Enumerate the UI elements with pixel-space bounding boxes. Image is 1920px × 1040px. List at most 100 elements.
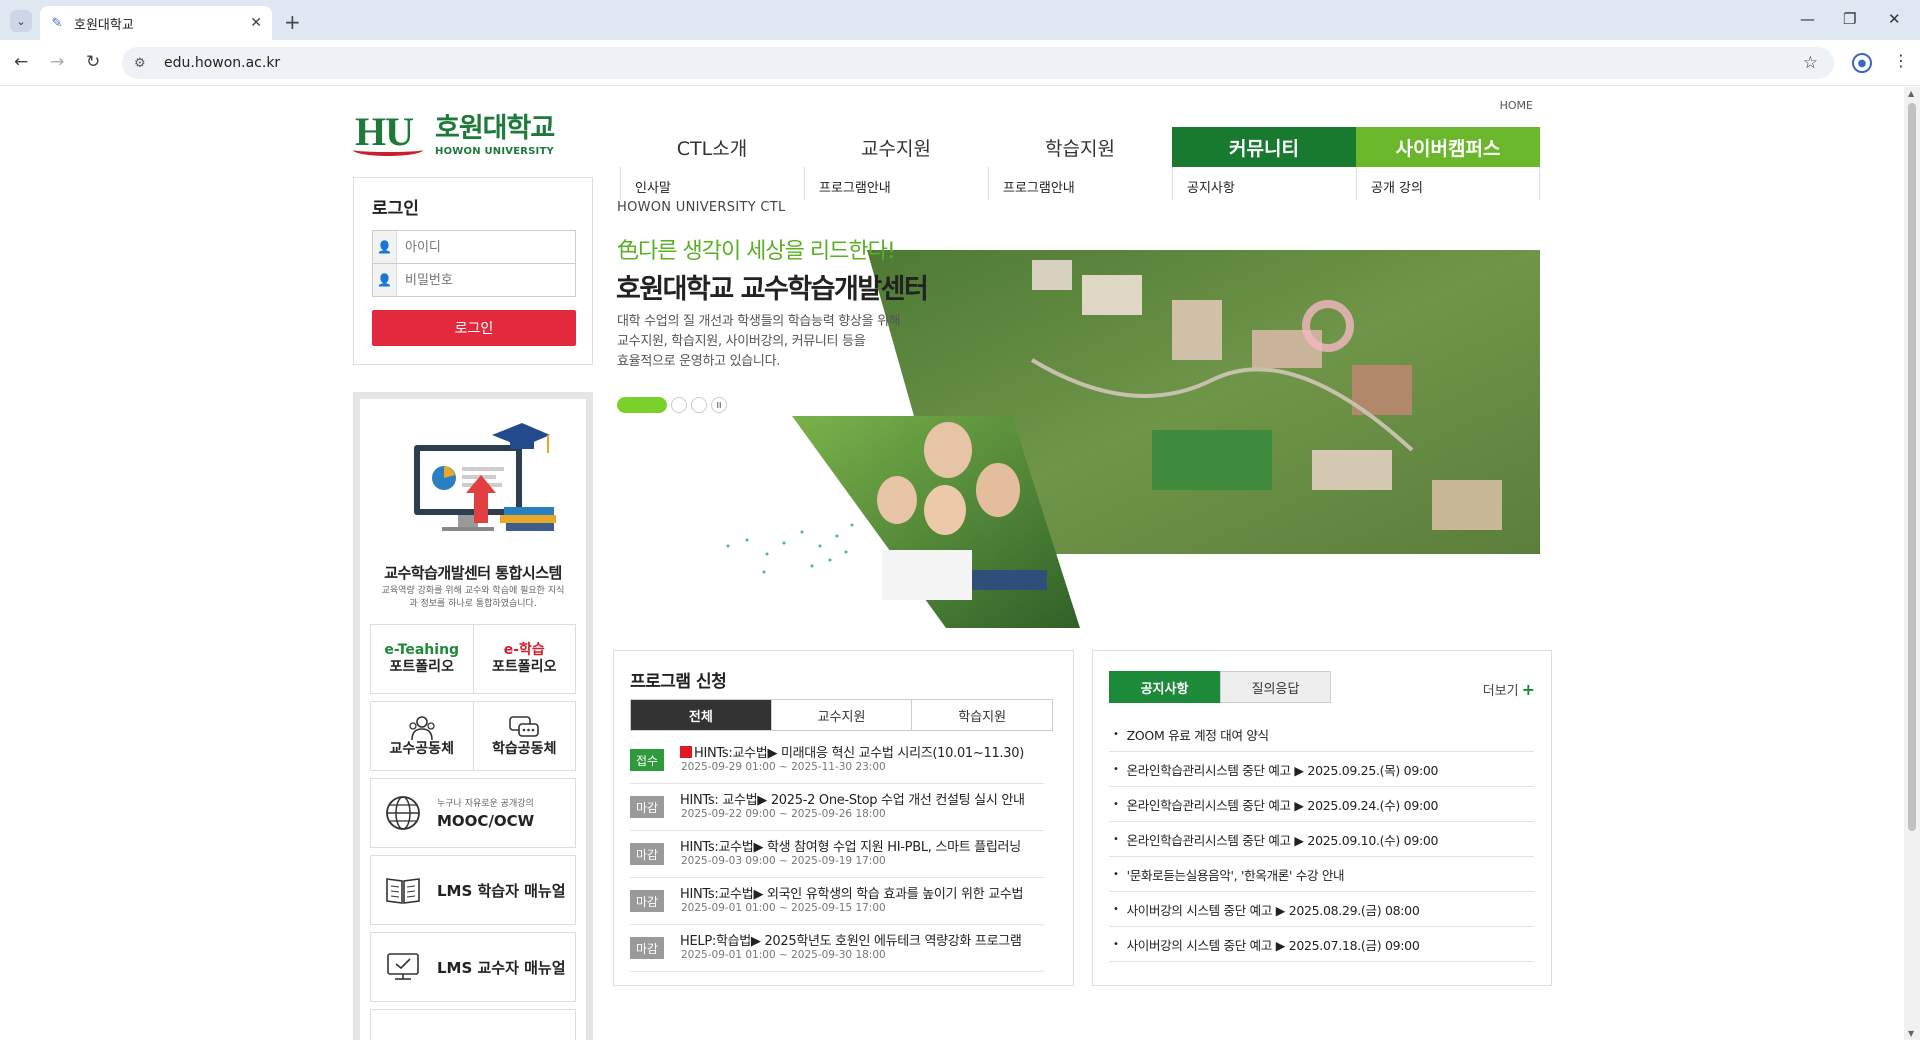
nav-community[interactable]: 커뮤니티 <box>1172 127 1356 167</box>
tab-all[interactable]: 전체 <box>631 700 771 730</box>
notice-item-title: 온라인학습관리시스템 중단 예고 ▶ 2025.09.10.(수) 09:00 <box>1126 832 1439 848</box>
profile-icon[interactable]: ● <box>1852 53 1872 73</box>
notice-list: • ZOOM 유료 계정 대여 양식 • 온라인학습관리시스템 중단 예고 ▶ 20… <box>1109 717 1534 962</box>
subnav-faculty-program[interactable]: 프로그램안내 <box>804 167 988 200</box>
e-learning-portfolio-link[interactable]: e-학습 포트폴리오 <box>472 625 576 693</box>
program-item[interactable]: 마감 HINTs: 교수법▶ 2025-2 One-Stop 수업 개선 컨설팅… <box>630 784 1044 831</box>
subnav-notice[interactable]: 공지사항 <box>1172 167 1356 200</box>
portfolio-links: e-Teahing 포트폴리오 e-학습 포트폴리오 <box>370 624 576 694</box>
logo-english: HOWON UNIVERSITY <box>435 146 554 157</box>
status-badge: 마감 <box>630 843 664 865</box>
close-tab-icon[interactable]: ✕ <box>250 15 262 31</box>
tab-search-icon[interactable]: ⌄ <box>10 10 32 32</box>
lms-professor-manual-link[interactable]: LMS 교수자 매뉴얼 <box>370 932 576 1002</box>
notice-item[interactable]: • 온라인학습관리시스템 중단 예고 ▶ 2025.09.25.(목) 09:00 <box>1109 752 1534 787</box>
browser-tabstrip: ⌄ ✎ 호원대학교 ✕ + — ❐ ✕ <box>0 0 1920 40</box>
program-item[interactable]: 마감 HINTs:교수법▶ 학생 참여형 수업 지원 HI-PBL, 스마트 플… <box>630 831 1044 878</box>
nav-learning-support[interactable]: 학습지원 <box>988 127 1172 167</box>
slide-pager: II <box>617 397 727 413</box>
browser-menu-icon[interactable]: ⋮ <box>1893 51 1909 70</box>
bullet-icon: • <box>1113 938 1119 950</box>
subnav-open-lecture[interactable]: 공개 강의 <box>1356 167 1540 200</box>
minimize-icon[interactable]: — <box>1800 10 1815 28</box>
more-link[interactable]: 더보기 + <box>1483 680 1535 699</box>
tab-qna[interactable]: 질의응답 <box>1220 671 1331 703</box>
program-application-box: 프로그램 신청 전체 교수지원 학습지원 접수 HINTs:교수법▶ 미래대응 … <box>613 650 1074 986</box>
scrollbar-thumb[interactable] <box>1908 103 1916 831</box>
nav-ctl-intro[interactable]: CTL소개 <box>620 127 804 167</box>
forward-icon[interactable]: → <box>50 52 64 72</box>
quick-link-partial[interactable] <box>370 1009 576 1040</box>
program-item[interactable]: 마감 HINTs:교수법▶ 외국인 유학생의 학습 효과를 높이기 위한 교수법… <box>630 878 1044 925</box>
reload-icon[interactable]: ↻ <box>86 52 100 72</box>
notice-item[interactable]: • 사이버강의 시스템 중단 예고 ▶ 2025.08.29.(금) 08:00 <box>1109 892 1534 927</box>
close-window-icon[interactable]: ✕ <box>1888 10 1901 28</box>
tab-notice[interactable]: 공지사항 <box>1109 671 1220 703</box>
globe-icon <box>383 793 423 833</box>
mooc-ocw-link[interactable]: 누구나 자유로운 공개강의 MOOC/OCW <box>370 778 576 848</box>
pause-icon[interactable]: II <box>711 397 727 413</box>
slide-dot[interactable] <box>691 397 707 413</box>
notice-item[interactable]: • 온라인학습관리시스템 중단 예고 ▶ 2025.09.10.(수) 09:00 <box>1109 822 1534 857</box>
tab-faculty-support[interactable]: 교수지원 <box>770 700 912 730</box>
address-bar[interactable]: ⚙ edu.howon.ac.kr ☆ <box>122 47 1834 79</box>
program-item-title: HINTs: 교수법▶ 2025-2 One-Stop 수업 개선 컨설팅 실시… <box>680 793 1025 808</box>
e-teaching-portfolio-link[interactable]: e-Teahing 포트폴리오 <box>371 625 473 693</box>
hero-desc-line-1: 대학 수업의 질 개선과 학생들의 학습능력 향상을 위해 <box>617 314 901 329</box>
login-button[interactable]: 로그인 <box>372 310 576 346</box>
main-nav: CTL소개 교수지원 학습지원 커뮤니티 사이버캠퍼스 <box>620 127 1540 167</box>
bookmark-star-icon[interactable]: ☆ <box>1803 53 1818 73</box>
home-link[interactable]: HOME <box>1500 99 1533 112</box>
hero-desc-line-2: 교수지원, 학습지원, 사이버강의, 커뮤니티 등을 <box>617 334 866 349</box>
site-container: HOME HU 호원대학교 HOWON UNIVERSITY CTL소개 교수지… <box>353 87 1553 1040</box>
notice-item[interactable]: • 온라인학습관리시스템 중단 예고 ▶ 2025.09.24.(수) 09:00 <box>1109 787 1534 822</box>
system-description: 교육역량 강화를 위해 교수와 학습에 필요한 지식과 정보를 하나로 통합하였… <box>381 586 565 609</box>
id-input[interactable] <box>397 232 575 262</box>
scroll-up-icon[interactable]: ▲ <box>1908 89 1914 98</box>
status-badge: 접수 <box>630 749 664 771</box>
notice-item-title: ZOOM 유료 계정 대여 양식 <box>1126 727 1269 743</box>
slide-dot-active[interactable] <box>617 397 667 413</box>
e-teaching-label: e-Teahing <box>384 642 460 658</box>
page-scrollbar[interactable]: ▲ ▼ <box>1904 87 1920 1040</box>
subnav-learning-program[interactable]: 프로그램안내 <box>988 167 1172 200</box>
program-item-title: HINTs:교수법▶ 학생 참여형 수업 지원 HI-PBL, 스마트 플립러닝 <box>680 840 1021 855</box>
hero-desc-line-3: 효율적으로 운영하고 있습니다. <box>617 354 781 369</box>
mooc-caption: 누구나 자유로운 공개강의 <box>437 799 534 809</box>
slide-dot[interactable] <box>671 397 687 413</box>
back-icon[interactable]: ← <box>14 52 28 72</box>
hero-banner: HOWON UNIVERSITY CTL 色다른 생각이 세상을 리드한다! 호… <box>612 200 1540 628</box>
tab-title: 호원대학교 <box>74 17 134 33</box>
tab-learning-support[interactable]: 학습지원 <box>911 700 1052 730</box>
faculty-community-link[interactable]: 교수공동체 <box>371 702 473 770</box>
university-logo[interactable]: HU 호원대학교 HOWON UNIVERSITY <box>353 112 563 158</box>
nav-faculty-support[interactable]: 교수지원 <box>804 127 988 167</box>
system-title: 교수학습개발센터 통합시스템 <box>384 564 562 582</box>
lms-student-manual-link[interactable]: LMS 학습자 매뉴얼 <box>370 855 576 925</box>
bullet-icon: • <box>1113 903 1119 915</box>
browser-tab[interactable]: ✎ 호원대학교 ✕ <box>40 6 272 40</box>
notice-item[interactable]: • 사이버강의 시스템 중단 예고 ▶ 2025.07.18.(금) 09:00 <box>1109 927 1534 962</box>
browser-toolbar: ← → ↻ ⚙ edu.howon.ac.kr ☆ ● ⋮ <box>0 40 1920 86</box>
bullet-icon: • <box>1113 868 1119 880</box>
program-list: 접수 HINTs:교수법▶ 미래대응 혁신 교수법 시리즈(10.01~11.3… <box>630 737 1044 972</box>
scroll-down-icon[interactable]: ▼ <box>1908 1029 1914 1038</box>
mooc-label: MOOC/OCW <box>437 812 535 830</box>
monitor-graduation-illustration <box>414 423 556 531</box>
program-item[interactable]: 마감 HELP:학습법▶ 2025학년도 호원인 에듀테크 역량강화 프로그램 … <box>630 925 1044 972</box>
program-item[interactable]: 접수 HINTs:교수법▶ 미래대응 혁신 교수법 시리즈(10.01~11.3… <box>630 737 1044 784</box>
new-tab-icon[interactable]: + <box>284 10 301 34</box>
id-field[interactable]: 👤 <box>372 230 576 264</box>
password-input[interactable] <box>397 265 575 295</box>
notice-item[interactable]: • '문화로듣는실용음악', '한옥개론' 수강 안내 <box>1109 857 1534 892</box>
nav-cyber-campus[interactable]: 사이버캠퍼스 <box>1356 127 1540 167</box>
hero-description: 대학 수업의 질 개선과 학생들의 학습능력 향상을 위해 교수지원, 학습지원… <box>617 312 901 372</box>
site-info-icon[interactable]: ⚙ <box>134 56 150 71</box>
bullet-icon: • <box>1113 798 1119 810</box>
password-field[interactable]: 👤 <box>372 263 576 297</box>
subnav-greeting[interactable]: 인사말 <box>620 167 804 200</box>
program-item-title: HELP:학습법▶ 2025학년도 호원인 에듀테크 역량강화 프로그램 <box>680 934 1022 949</box>
restore-icon[interactable]: ❐ <box>1843 10 1856 28</box>
learning-community-link[interactable]: 학습공동체 <box>472 702 576 770</box>
notice-item[interactable]: • ZOOM 유료 계정 대여 양식 <box>1109 717 1534 752</box>
